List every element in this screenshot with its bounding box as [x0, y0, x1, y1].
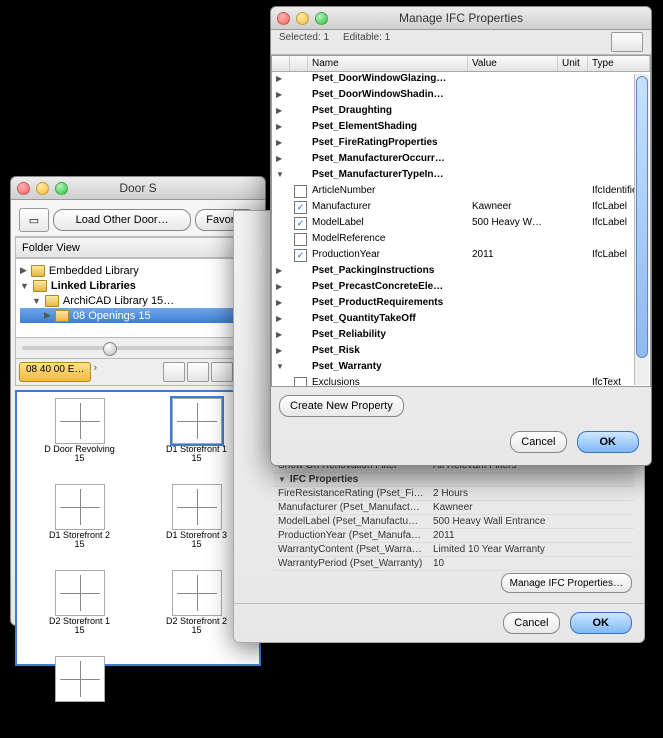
breadcrumb[interactable]: 08 40 00 E… [19, 362, 91, 382]
load-other-button[interactable]: Load Other Door… [53, 209, 191, 231]
cancel-button[interactable]: Cancel [510, 431, 566, 453]
tree-item[interactable]: ▶08 Openings 15 [20, 308, 256, 323]
close-icon[interactable] [277, 12, 290, 25]
folder-view-label: Folder View [22, 242, 80, 254]
view-icon-3[interactable] [211, 362, 233, 382]
view-mode-icon[interactable]: ▭ [19, 208, 49, 232]
pset-header-row[interactable]: ▶Pset_Reliability [272, 328, 650, 344]
pset-header-row[interactable]: ▶Pset_ProductRequirements [272, 296, 650, 312]
pset-header-row[interactable]: ▶Pset_QuantityTakeOff [272, 312, 650, 328]
pset-header-row[interactable]: ▶Pset_DoorWindowShadin… [272, 88, 650, 104]
checkbox[interactable] [294, 249, 307, 262]
dialog-titlebar[interactable]: Manage IFC Properties [271, 7, 651, 30]
column-header[interactable]: Value [468, 56, 558, 71]
checkbox[interactable] [294, 377, 307, 387]
property-row[interactable]: ModelLabel500 Heavy W…IfcLabel [272, 216, 650, 232]
view-icon-2[interactable] [187, 362, 209, 382]
column-header[interactable]: Name [308, 56, 468, 71]
pset-header-row[interactable]: ▶Pset_PrecastConcreteEle… [272, 280, 650, 296]
create-property-button[interactable]: Create New Property [279, 395, 404, 417]
folder-view-header[interactable]: Folder View ▾ [15, 237, 261, 258]
pset-header-row[interactable]: ▶Pset_ManufacturerOccurr… [272, 152, 650, 168]
property-row[interactable]: ExclusionsIfcText [272, 376, 650, 387]
view-icon-1[interactable] [163, 362, 185, 382]
library-tree[interactable]: ▶Embedded Library▼Linked Libraries▼Archi… [15, 258, 261, 338]
pset-header-row[interactable]: ▶Pset_FireRatingProperties [272, 136, 650, 152]
column-header[interactable] [272, 56, 290, 71]
pset-header-row[interactable]: ▶Pset_ElementShading [272, 120, 650, 136]
chevron-right-icon: › [93, 362, 97, 382]
pset-header-row[interactable]: ▶Pset_Draughting [272, 104, 650, 120]
tree-size-slider[interactable] [15, 338, 261, 359]
property-row[interactable]: ProductionYear2011IfcLabel [272, 248, 650, 264]
dialog-title: Manage IFC Properties [271, 11, 651, 25]
cancel-button[interactable]: Cancel [503, 612, 559, 634]
zoom-icon[interactable] [55, 182, 68, 195]
manage-ifc-dialog: Manage IFC Properties Selected: 1 Editab… [270, 6, 652, 466]
thumbnail[interactable]: D Door Revolving15 [23, 398, 136, 480]
view-toggle-icon[interactable] [611, 32, 643, 52]
pset-header-row[interactable]: ▼Pset_Warranty [272, 360, 650, 376]
pset-header-row[interactable]: ▶Pset_Risk [272, 344, 650, 360]
pset-header-row[interactable]: ▶Pset_DoorWindowGlazing… [272, 72, 650, 88]
close-icon[interactable] [17, 182, 30, 195]
thumbnail[interactable]: D1 Storefront 215 [23, 484, 136, 566]
property-row[interactable]: ArticleNumberIfcIdentifier [272, 184, 650, 200]
ok-button[interactable]: OK [570, 612, 633, 634]
table-header: NameValueUnitType [272, 56, 650, 72]
tree-item[interactable]: ▼Linked Libraries [20, 278, 256, 293]
column-header[interactable] [290, 56, 308, 71]
property-row[interactable]: ManufacturerKawneerIfcLabel [272, 200, 650, 216]
ifc-section-header[interactable]: ▼ IFC Properties [274, 473, 634, 487]
pset-header-row[interactable]: ▼Pset_ManufacturerTypeIn… [272, 168, 650, 184]
editable-count: Editable: 1 [343, 32, 390, 43]
window-controls [277, 12, 328, 25]
minimize-icon[interactable] [36, 182, 49, 195]
tree-item[interactable]: ▶Embedded Library [20, 263, 256, 278]
minimize-icon[interactable] [296, 12, 309, 25]
slider-thumb[interactable] [103, 342, 117, 356]
checkbox[interactable] [294, 201, 307, 214]
scrollbar[interactable] [634, 74, 649, 385]
ifc-property-table[interactable]: NameValueUnitType ▶Pset_DoorWindowGlazin… [271, 55, 651, 387]
pset-header-row[interactable]: ▶Pset_PackingInstructions [272, 264, 650, 280]
property-row[interactable]: ModelReference [272, 232, 650, 248]
manage-ifc-button[interactable]: Manage IFC Properties… [501, 573, 632, 593]
checkbox[interactable] [294, 217, 307, 230]
zoom-icon[interactable] [315, 12, 328, 25]
ok-button[interactable]: OK [577, 431, 640, 453]
library-titlebar[interactable]: Door S [11, 177, 265, 200]
window-controls [17, 182, 68, 195]
library-window: Door S ▭ Load Other Door… Favorite Folde… [10, 176, 266, 626]
column-header[interactable]: Unit [558, 56, 588, 71]
scroll-thumb[interactable] [636, 76, 648, 358]
thumbnail-pane[interactable]: D Door Revolving15D1 Storefront 115D1 St… [15, 390, 261, 666]
checkbox[interactable] [294, 185, 307, 198]
column-header[interactable]: Type [588, 56, 650, 71]
thumbnail[interactable]: D2 Storefront 315 [23, 656, 136, 738]
selected-count: Selected: 1 [279, 32, 329, 43]
checkbox[interactable] [294, 233, 307, 246]
thumbnail[interactable]: D2 Storefront 115 [23, 570, 136, 652]
tree-item[interactable]: ▼ArchiCAD Library 15… [20, 293, 256, 308]
